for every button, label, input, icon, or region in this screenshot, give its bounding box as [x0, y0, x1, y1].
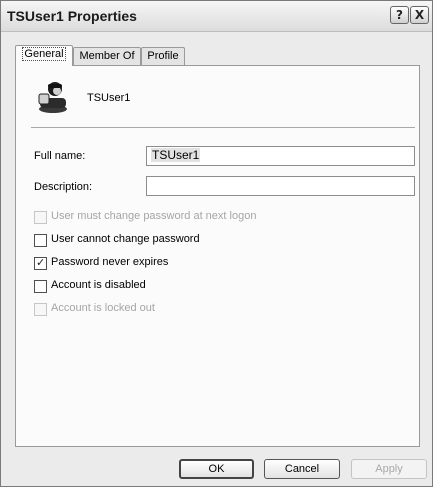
checkbox-label: Password never expires — [51, 256, 169, 268]
checkbox-label: User cannot change password — [51, 233, 200, 245]
separator — [31, 127, 415, 128]
user-display-name: TSUser1 — [87, 92, 131, 104]
full-name-value: TSUser1 — [151, 148, 201, 162]
checkbox-label: User must change password at next logon — [51, 210, 257, 222]
close-icon: X — [414, 8, 425, 22]
checkbox-box[interactable] — [34, 234, 47, 247]
description-field[interactable] — [146, 176, 415, 196]
tab-profile-label: Profile — [147, 50, 179, 62]
full-name-label: Full name: — [34, 150, 86, 162]
tab-general-label: General — [22, 47, 66, 61]
tab-profile[interactable]: Profile — [141, 47, 185, 66]
checkmark-icon: ✓ — [36, 256, 46, 269]
tab-general[interactable]: General — [15, 45, 73, 66]
checkbox-label: Account is disabled — [51, 279, 146, 291]
tab-member-of[interactable]: Member Of — [73, 47, 141, 66]
ok-button[interactable]: OK — [179, 459, 254, 479]
help-button[interactable]: ? — [390, 6, 409, 24]
tab-member-of-label: Member Of — [79, 50, 135, 62]
close-button[interactable]: X — [410, 6, 429, 24]
window-title: TSUser1 Properties — [7, 8, 137, 24]
checkbox-box[interactable] — [34, 280, 47, 293]
description-label: Description: — [34, 181, 93, 193]
checkbox-label: Account is locked out — [51, 302, 155, 314]
user-icon — [38, 82, 67, 113]
properties-dialog: TSUser1 Properties ? X General Member Of… — [0, 0, 433, 487]
checkbox-box[interactable]: ✓ — [34, 256, 47, 270]
full-name-field[interactable]: TSUser1 — [146, 146, 415, 166]
help-icon: ? — [396, 8, 403, 22]
checkbox-box[interactable] — [34, 211, 47, 224]
title-bar: TSUser1 Properties ? X — [1, 1, 432, 32]
cancel-button[interactable]: Cancel — [264, 459, 340, 479]
apply-button[interactable]: Apply — [351, 459, 427, 479]
checkbox-box[interactable] — [34, 303, 47, 316]
